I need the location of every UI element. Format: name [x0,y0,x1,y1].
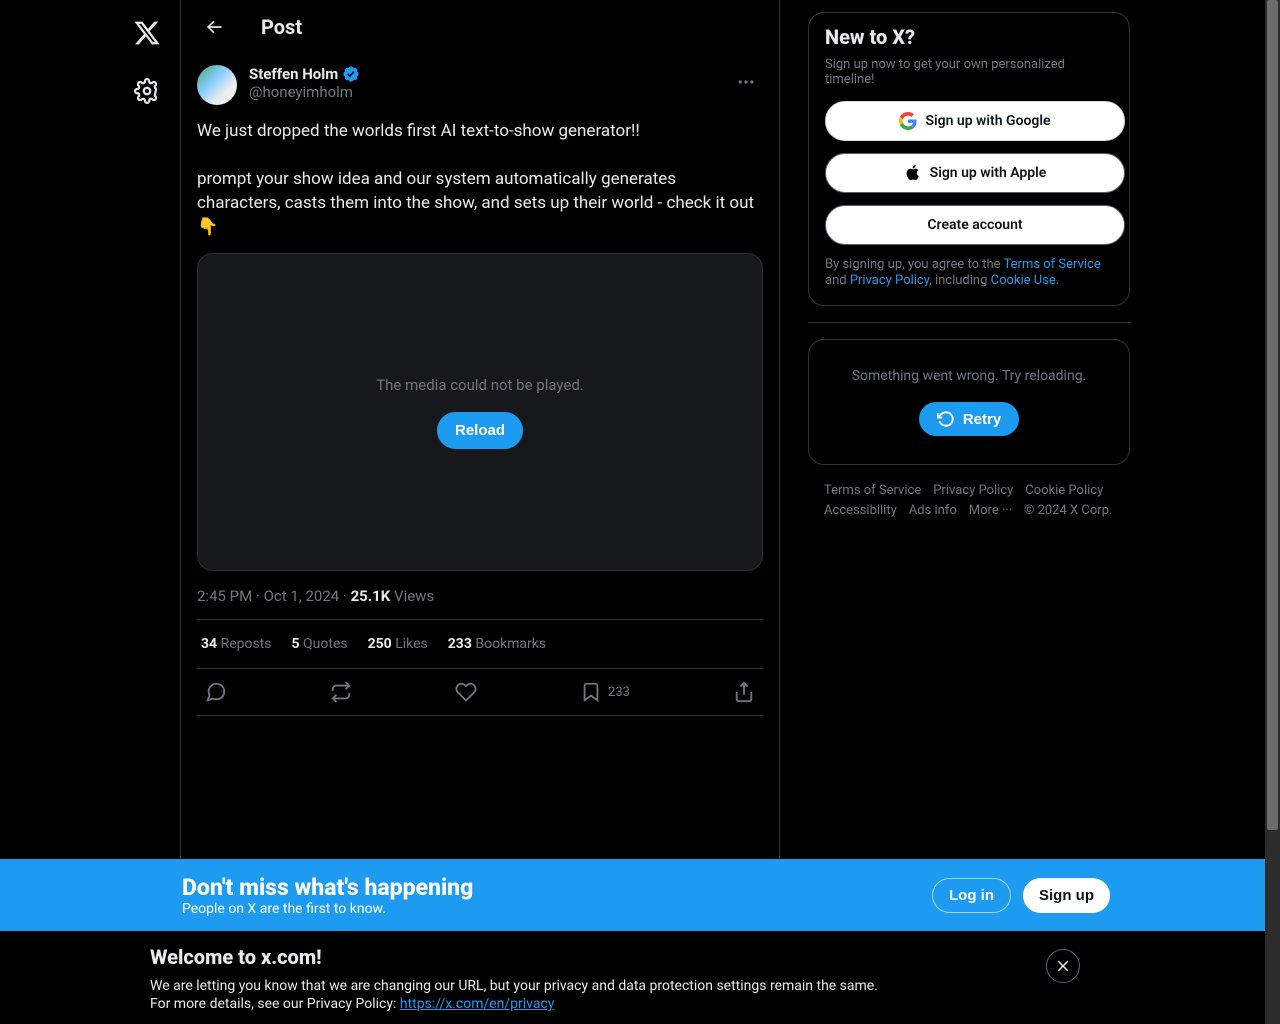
welcome-line2: For more details, see our Privacy Policy… [150,995,1046,1013]
stats-row: 34 Reposts 5 Quotes 250 Likes 233 Bookma… [197,619,763,668]
page-title: Post [261,15,302,39]
page-header: Post [181,0,779,53]
footer-accessibility[interactable]: Accessibility [824,501,897,521]
arrow-left-icon [204,17,224,37]
quotes-stat[interactable]: 5 Quotes [292,636,348,652]
login-button[interactable]: Log in [932,878,1011,913]
post: Steffen Holm @honeyimholm We just droppe… [181,53,779,716]
cta-banner: Don't miss what's happening People on X … [0,859,1280,931]
divider [808,322,1130,323]
signup-apple-button[interactable]: Sign up with Apple [825,153,1125,193]
welcome-title: Welcome to x.com! [150,945,1046,969]
scrollbar[interactable] [1265,0,1280,1024]
author-name[interactable]: Steffen Holm [249,65,338,83]
media-error-message: The media could not be played. [376,376,584,394]
tos-link[interactable]: Terms of Service [1004,257,1101,272]
error-message: Something went wrong. Try reloading. [825,368,1113,384]
reload-button[interactable]: Reload [437,412,523,449]
close-icon [1054,957,1072,975]
bookmark-icon [580,681,602,703]
signup-button[interactable]: Sign up [1023,878,1110,913]
heart-icon [455,681,477,703]
actions-row: 233 [197,668,763,716]
share-icon [733,681,755,703]
tos-text: By signing up, you agree to the Terms of… [825,257,1113,289]
welcome-banner: Welcome to x.com! We are letting you kno… [0,931,1280,1024]
media-box: The media could not be played. Reload [197,253,763,571]
likes-stat[interactable]: 250 Likes [368,636,428,652]
signup-subtitle: Sign up now to get your own personalized… [825,57,1113,87]
bookmarks-stat[interactable]: 233 Bookmarks [448,636,546,652]
reply-button[interactable] [205,681,227,703]
signup-box: New to X? Sign up now to get your own pe… [808,12,1130,306]
post-body: We just dropped the worlds first AI text… [197,119,763,239]
cookie-use-link[interactable]: Cookie Use. [991,273,1060,288]
footer-ads[interactable]: Ads info [909,501,957,521]
footer-tos[interactable]: Terms of Service [824,481,921,501]
settings-button[interactable] [122,66,172,116]
more-button[interactable] [729,65,763,99]
gear-icon [134,78,160,104]
privacy-policy-link[interactable]: Privacy Policy [850,273,929,288]
reposts-stat[interactable]: 34 Reposts [201,636,272,652]
scrollbar-thumb[interactable] [1267,0,1278,830]
signup-google-button[interactable]: Sign up with Google [825,101,1125,141]
retry-button[interactable]: Retry [919,402,1019,436]
x-logo[interactable] [122,8,172,58]
more-icon [736,72,756,92]
footer-privacy[interactable]: Privacy Policy [933,481,1013,501]
author-handle[interactable]: @honeyimholm [249,83,360,101]
error-box: Something went wrong. Try reloading. Ret… [808,339,1130,465]
footer-cookie[interactable]: Cookie Policy [1025,481,1103,501]
repost-icon [330,681,352,703]
x-logo-icon [133,19,161,47]
create-account-button[interactable]: Create account [825,205,1125,245]
reply-icon [205,681,227,703]
apple-icon [904,164,922,182]
verified-icon [342,65,360,83]
share-button[interactable] [733,681,755,703]
footer-more[interactable]: More ··· [969,501,1012,521]
footer-copyright: © 2024 X Corp. [1024,501,1112,521]
retry-icon [937,410,955,428]
cta-subtitle: People on X are the first to know. [182,901,932,917]
views-label: Views [394,587,434,605]
close-button[interactable] [1046,949,1080,983]
timestamp[interactable]: 2:45 PM · Oct 1, 2024 [197,587,339,605]
bookmark-button[interactable]: 233 [580,681,630,703]
views-count[interactable]: 25.1K [351,587,391,605]
avatar[interactable] [197,65,237,105]
privacy-url-link[interactable]: https://x.com/en/privacy [400,996,555,1012]
bookmark-count: 233 [608,685,630,700]
google-icon [899,112,917,130]
footer-links: Terms of Service Privacy Policy Cookie P… [808,481,1130,521]
back-button[interactable] [197,10,231,44]
repost-button[interactable] [330,681,352,703]
welcome-line1: We are letting you know that we are chan… [150,977,1046,995]
post-meta: 2:45 PM · Oct 1, 2024 · 25.1K Views [197,587,763,619]
signup-title: New to X? [825,25,1113,49]
like-button[interactable] [455,681,477,703]
cta-title: Don't miss what's happening [182,874,932,901]
